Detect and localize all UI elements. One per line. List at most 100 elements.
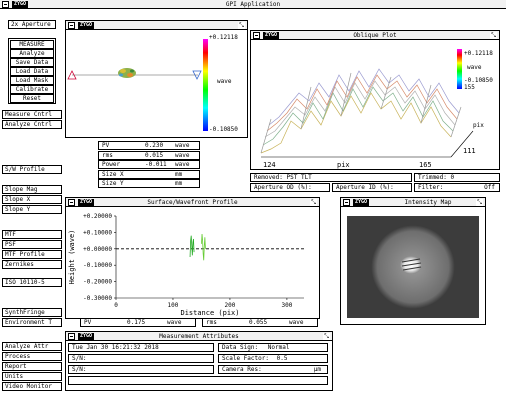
sn2-field: S/N: bbox=[68, 365, 214, 374]
analyze-button[interactable]: Analyze bbox=[10, 49, 54, 58]
measurement-attributes-title: Measurement Attributes bbox=[159, 333, 239, 340]
measurement-attributes-window: ZYGO Measurement Attributes ⤡ Tue Jan 30… bbox=[65, 331, 333, 391]
mtf-button[interactable]: MTF bbox=[2, 230, 62, 239]
color-scale-bar bbox=[203, 39, 208, 131]
calibrate-button[interactable]: Calibrate bbox=[10, 85, 54, 94]
resize-icon[interactable]: ⤡ bbox=[476, 199, 483, 206]
zernikes-button[interactable]: Zernikes bbox=[2, 260, 62, 269]
profile-series-line bbox=[201, 234, 206, 261]
scale-factor-label: Scale Factor: bbox=[222, 355, 269, 362]
date-field: Tue Jan 30 16:21:32 2018 bbox=[68, 343, 214, 352]
stat-unit: wave bbox=[175, 151, 190, 159]
aperture-od-field: Aperture OD (%): bbox=[250, 183, 330, 192]
x-tick-left: 124 bbox=[263, 161, 276, 169]
stat-row: rms 0.015 wave bbox=[98, 150, 200, 160]
stat-unit: wave bbox=[175, 142, 190, 149]
psf-button[interactable]: PSF bbox=[2, 240, 62, 249]
notes-field[interactable] bbox=[68, 376, 328, 385]
surface-map-window: ZYGO ⤡ +0.12118 wave -0.10850 bbox=[65, 20, 248, 138]
data-sign-value: Normal bbox=[267, 344, 290, 351]
profile-chart[interactable]: +0.20000 +0.10000 +0.00000 -0.10000 -0.20000… bbox=[66, 208, 319, 318]
analyze-attr-button[interactable]: Analyze Attr bbox=[2, 342, 62, 351]
save-data-button[interactable]: Save Data bbox=[10, 58, 54, 67]
iso-10110-5-button[interactable]: ISO 10110-5 bbox=[2, 278, 62, 287]
mtf-profile-button[interactable]: MTF Profile bbox=[2, 250, 62, 259]
x-tick-label: 200 bbox=[225, 302, 236, 309]
resize-icon[interactable]: ⤡ bbox=[238, 22, 245, 29]
stat-value: 0.015 bbox=[145, 151, 164, 159]
stat-value: 0.175 bbox=[127, 319, 146, 326]
scale-max: +0.12118 bbox=[464, 50, 493, 57]
color-scale-bar bbox=[457, 49, 462, 89]
profile-window: ZYGO Surface/Wavefront Profile ⤡ +0.2000… bbox=[65, 197, 320, 319]
scale-factor-field: Scale Factor: 0.5 bbox=[218, 354, 328, 363]
scale-min: -0.10850 bbox=[209, 126, 238, 133]
stat-unit: wave bbox=[167, 319, 182, 326]
measure-button[interactable]: MEASURE bbox=[10, 40, 54, 49]
oblique-3d-plot[interactable]: 124 pix 165 111 pix +0.12118 wave -0.108… bbox=[251, 41, 499, 169]
oblique-plot-title: Oblique Plot bbox=[353, 32, 397, 39]
zygo-logo: ZYGO bbox=[78, 22, 95, 29]
analyze-cntrl-button[interactable]: Analyze Cntrl bbox=[2, 120, 62, 129]
slope-mag-button[interactable]: Slope Mag bbox=[2, 185, 62, 194]
intensity-map-window: ZYGO Intensity Map ⤡ bbox=[340, 197, 486, 325]
aperture-button[interactable]: 2x Aperture bbox=[8, 20, 56, 29]
window-menu-button[interactable] bbox=[68, 22, 75, 29]
app-titlebar: ZYGO GPI Application bbox=[0, 0, 506, 9]
process-button[interactable]: Process bbox=[2, 352, 62, 361]
stat-unit: mm bbox=[175, 180, 183, 187]
stat-unit: wave bbox=[289, 319, 304, 326]
x-axis-title: Distance (pix) bbox=[180, 309, 239, 317]
resize-icon[interactable]: ⤡ bbox=[323, 333, 330, 340]
y-tick-label: +0.20000 bbox=[83, 213, 112, 220]
filter-value: Off bbox=[484, 184, 495, 191]
stat-unit: mm bbox=[175, 170, 183, 178]
report-button[interactable]: Report bbox=[2, 362, 62, 371]
y-axis-label: pix bbox=[473, 122, 484, 129]
stat-value: 0.055 bbox=[249, 319, 268, 326]
intensity-image[interactable] bbox=[341, 208, 485, 324]
map-blob bbox=[118, 68, 136, 78]
x-tick-label: 100 bbox=[168, 302, 179, 309]
scale-factor-value: 0.5 bbox=[276, 355, 288, 362]
stat-row: Power -0.011 wave bbox=[98, 160, 200, 169]
data-sign-field: Data Sign: Normal bbox=[218, 343, 328, 352]
scale-extra-tick: 155 bbox=[464, 84, 475, 91]
surface-map-plot[interactable]: +0.12118 wave -0.10850 bbox=[66, 31, 247, 137]
slope-x-button[interactable]: Slope X bbox=[2, 195, 62, 204]
x-tick-label: 0 bbox=[114, 302, 118, 309]
y-axis-title: Height (wave) bbox=[68, 230, 76, 285]
stat-row: Size Y mm bbox=[98, 179, 200, 188]
scale-unit: wave bbox=[217, 78, 232, 85]
measure-cntrl-button[interactable]: Measure Cntrl bbox=[2, 110, 62, 119]
aperture-id-field: Aperture ID (%): bbox=[332, 183, 412, 192]
slope-y-button[interactable]: Slope Y bbox=[2, 205, 62, 214]
load-mask-button[interactable]: Load Mask bbox=[10, 76, 54, 85]
scale-min: -0.10850 bbox=[464, 77, 493, 84]
profile-series-line bbox=[189, 235, 195, 258]
window-menu-button[interactable] bbox=[343, 199, 350, 206]
units-button[interactable]: Units bbox=[2, 372, 62, 381]
load-data-button[interactable]: Load Data bbox=[10, 67, 54, 76]
wireframe-surface bbox=[260, 68, 462, 154]
synthfringe-button[interactable]: SynthFringe bbox=[2, 308, 62, 317]
reset-button[interactable]: Reset bbox=[10, 94, 54, 103]
scale-max: +0.12118 bbox=[209, 34, 238, 41]
environment-t-button[interactable]: Environment T bbox=[2, 318, 62, 327]
s-w-profile-button[interactable]: S/W Profile bbox=[2, 165, 62, 174]
y-tick-label: +0.10000 bbox=[83, 229, 112, 236]
profile-stat-rms: rms 0.055 wave bbox=[202, 318, 318, 327]
resize-icon[interactable]: ⤡ bbox=[310, 199, 317, 206]
stat-row: PV 0.230 wave bbox=[98, 141, 200, 150]
stat-label: PV bbox=[84, 319, 92, 326]
x-axis-label: pix bbox=[337, 161, 350, 169]
y-tick-label: +0.00000 bbox=[83, 246, 112, 253]
resize-icon[interactable]: ⤡ bbox=[490, 32, 497, 39]
camera-res-unit: µm bbox=[313, 366, 321, 373]
stat-label: rms bbox=[206, 319, 217, 326]
y-tick-label: -0.10000 bbox=[83, 262, 112, 269]
data-sign-label: Data Sign: bbox=[222, 344, 259, 351]
profile-title: Surface/Wavefront Profile bbox=[147, 199, 238, 206]
video-monitor-button[interactable]: Video Monitor bbox=[2, 382, 62, 391]
stat-unit: wave bbox=[175, 161, 190, 168]
